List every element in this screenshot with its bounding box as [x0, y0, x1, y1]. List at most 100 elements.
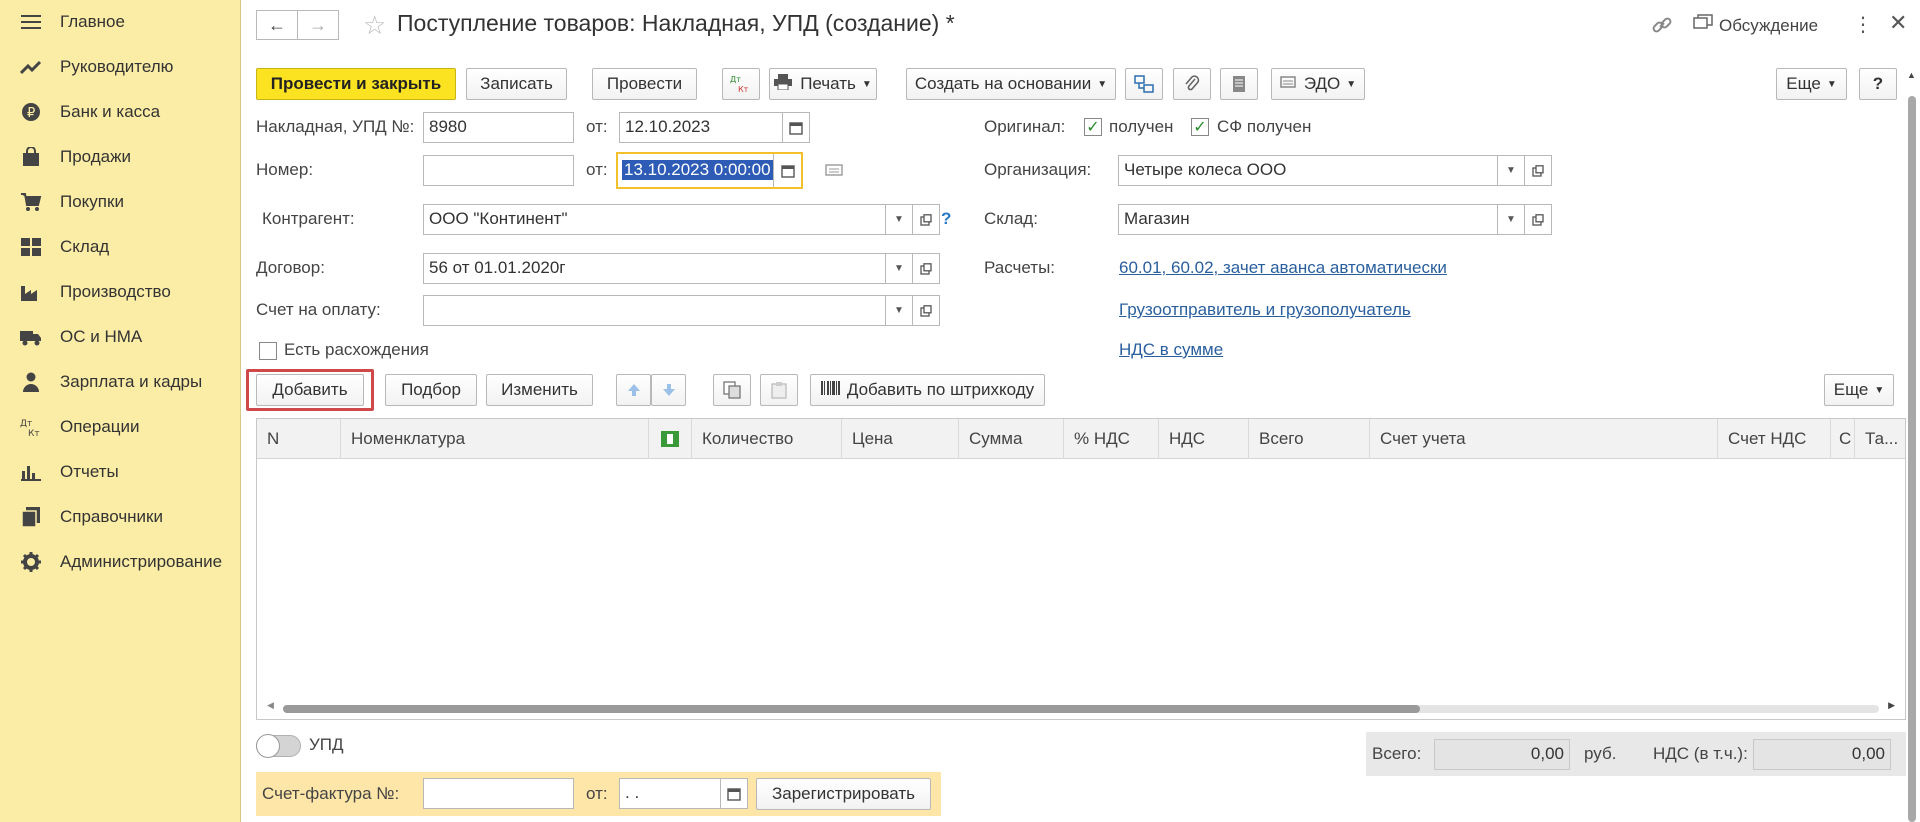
sidebar-item-purchases[interactable]: Покупки [0, 182, 240, 222]
sidebar-item-warehouse[interactable]: Склад [0, 227, 240, 267]
table-more-button[interactable]: Еще ▼ [1824, 374, 1894, 406]
column-header-sum[interactable]: Сумма [959, 419, 1064, 459]
invoice-date-input[interactable]: 12.10.2023 [619, 112, 783, 143]
post-and-close-button[interactable]: Провести и закрыть [256, 68, 456, 100]
counterparty-input[interactable]: ООО "Континент" [423, 204, 886, 235]
pick-button[interactable]: Подбор [385, 374, 477, 406]
column-header-total[interactable]: Всего [1249, 419, 1370, 459]
attach-button[interactable] [1173, 68, 1211, 100]
sf-received-checkbox[interactable]: ✓ [1191, 118, 1209, 136]
scroll-thumb[interactable] [1908, 96, 1916, 822]
contract-input[interactable]: 56 от 01.01.2020г [423, 253, 886, 284]
calendar-button[interactable] [773, 154, 801, 187]
column-header-nomenclature[interactable]: Номенклатура [341, 419, 649, 459]
add-by-barcode-button[interactable]: Добавить по штрихкоду [810, 374, 1045, 406]
copy-row-button[interactable] [713, 374, 751, 406]
column-header-price[interactable]: Цена [842, 419, 959, 459]
scroll-up-icon[interactable]: ▲ [1907, 70, 1916, 80]
organization-input[interactable]: Четыре колеса ООО [1118, 155, 1498, 186]
move-up-button[interactable] [616, 374, 651, 406]
paste-button[interactable] [760, 374, 798, 406]
contract-dropdown-button[interactable]: ▼ [885, 253, 913, 284]
more-button[interactable]: Еще ▼ [1776, 68, 1847, 100]
calendar-icon [789, 121, 803, 135]
calendar-button[interactable] [720, 778, 748, 809]
column-header-product-type[interactable] [649, 419, 692, 459]
number-date-input[interactable]: 13.10.2023 0:00:00 [616, 152, 803, 189]
structure-button[interactable] [1125, 68, 1163, 100]
sf-date-input[interactable]: . . [619, 778, 721, 809]
keyboard-icon[interactable] [825, 162, 843, 182]
counterparty-open-button[interactable] [912, 204, 940, 235]
help-question-icon[interactable]: ? [941, 209, 951, 229]
sidebar-item-reports[interactable]: Отчеты [0, 452, 240, 492]
sidebar-item-production[interactable]: Производство [0, 272, 240, 312]
column-header-ta[interactable]: Та... [1855, 419, 1905, 459]
column-header-vat-rate[interactable]: % НДС [1064, 419, 1159, 459]
discrepancies-checkbox[interactable] [259, 342, 277, 360]
print-button[interactable]: Печать ▼ [769, 68, 877, 100]
counterparty-dropdown-button[interactable]: ▼ [885, 204, 913, 235]
report-button[interactable] [1220, 68, 1258, 100]
sidebar-item-fixed-assets[interactable]: ОС и НМА [0, 317, 240, 357]
scroll-left-icon[interactable]: ◀ [267, 700, 274, 711]
vat-in-sum-link[interactable]: НДС в сумме [1119, 340, 1223, 360]
sf-number-input[interactable] [423, 778, 574, 809]
sidebar-item-salary[interactable]: Зарплата и кадры [0, 362, 240, 402]
save-button[interactable]: Записать [466, 68, 567, 100]
invoice-number-input[interactable]: 8980 [423, 112, 574, 143]
shipper-consignee-link[interactable]: Грузоотправитель и грузополучатель [1119, 300, 1411, 320]
payment-invoice-dropdown-button[interactable]: ▼ [885, 295, 913, 326]
contract-open-button[interactable] [912, 253, 940, 284]
warehouse-dropdown-button[interactable]: ▼ [1497, 204, 1525, 235]
column-header-n[interactable]: N [257, 419, 341, 459]
warehouse-open-button[interactable] [1524, 204, 1552, 235]
forward-button[interactable]: → [297, 10, 339, 40]
change-button[interactable]: Изменить [486, 374, 593, 406]
number-input[interactable] [423, 155, 574, 186]
calendar-button[interactable] [782, 112, 810, 143]
sidebar-item-manager[interactable]: Руководителю [0, 47, 240, 87]
scroll-thumb[interactable] [283, 705, 1420, 713]
link-icon[interactable] [1651, 14, 1673, 41]
back-button[interactable]: ← [256, 10, 298, 40]
close-icon[interactable]: ✕ [1889, 10, 1907, 36]
organization-dropdown-button[interactable]: ▼ [1497, 155, 1525, 186]
more-vert-icon[interactable]: ⋮ [1853, 12, 1873, 37]
vertical-scrollbar[interactable]: ▲ [1906, 70, 1918, 822]
column-header-account[interactable]: Счет учета [1370, 419, 1718, 459]
column-header-vat-account[interactable]: Счет НДС [1718, 419, 1831, 459]
sidebar: Главное Руководителю ₽ Банк и касса Прод… [0, 0, 241, 822]
sidebar-item-catalogs[interactable]: Справочники [0, 497, 240, 537]
sidebar-item-administration[interactable]: Администрирование [0, 542, 240, 582]
sidebar-item-sales[interactable]: Продажи [0, 137, 240, 177]
open-window-icon [920, 262, 932, 275]
create-based-on-button[interactable]: Создать на основании ▼ [906, 68, 1116, 100]
sidebar-item-bank[interactable]: ₽ Банк и касса [0, 92, 240, 132]
upd-toggle[interactable] [256, 734, 301, 758]
column-header-quantity[interactable]: Количество [692, 419, 842, 459]
scroll-right-icon[interactable]: ▶ [1888, 700, 1895, 711]
add-row-button[interactable]: Добавить [256, 374, 364, 406]
sidebar-item-main[interactable]: Главное [0, 2, 240, 42]
payment-invoice-input[interactable] [423, 295, 886, 326]
post-button[interactable]: Провести [592, 68, 697, 100]
star-icon[interactable]: ☆ [363, 10, 386, 41]
sidebar-item-operations[interactable]: Дт Кт Операции [0, 407, 240, 447]
organization-open-button[interactable] [1524, 155, 1552, 186]
help-button[interactable]: ? [1859, 68, 1897, 100]
bar-chart-icon [20, 461, 42, 483]
payment-invoice-open-button[interactable] [912, 295, 940, 326]
discussion-button[interactable]: Обсуждение [1693, 14, 1818, 37]
register-button[interactable]: Зарегистрировать [756, 778, 931, 810]
settlements-link[interactable]: 60.01, 60.02, зачет аванса автоматически [1119, 258, 1447, 278]
column-header-vat[interactable]: НДС [1159, 419, 1249, 459]
move-down-button[interactable] [651, 374, 686, 406]
dt-kt-button[interactable]: Дт Кт [722, 68, 760, 100]
column-header-c[interactable]: С [1831, 419, 1855, 459]
warehouse-input[interactable]: Магазин [1118, 204, 1498, 235]
edo-button[interactable]: ЭДО ▼ [1271, 68, 1365, 100]
original-received-checkbox[interactable]: ✓ [1084, 118, 1102, 136]
goods-table[interactable]: N Номенклатура Количество Цена Сумма % Н… [256, 418, 1906, 720]
horizontal-scrollbar[interactable]: ◀ ▶ [267, 700, 1895, 715]
